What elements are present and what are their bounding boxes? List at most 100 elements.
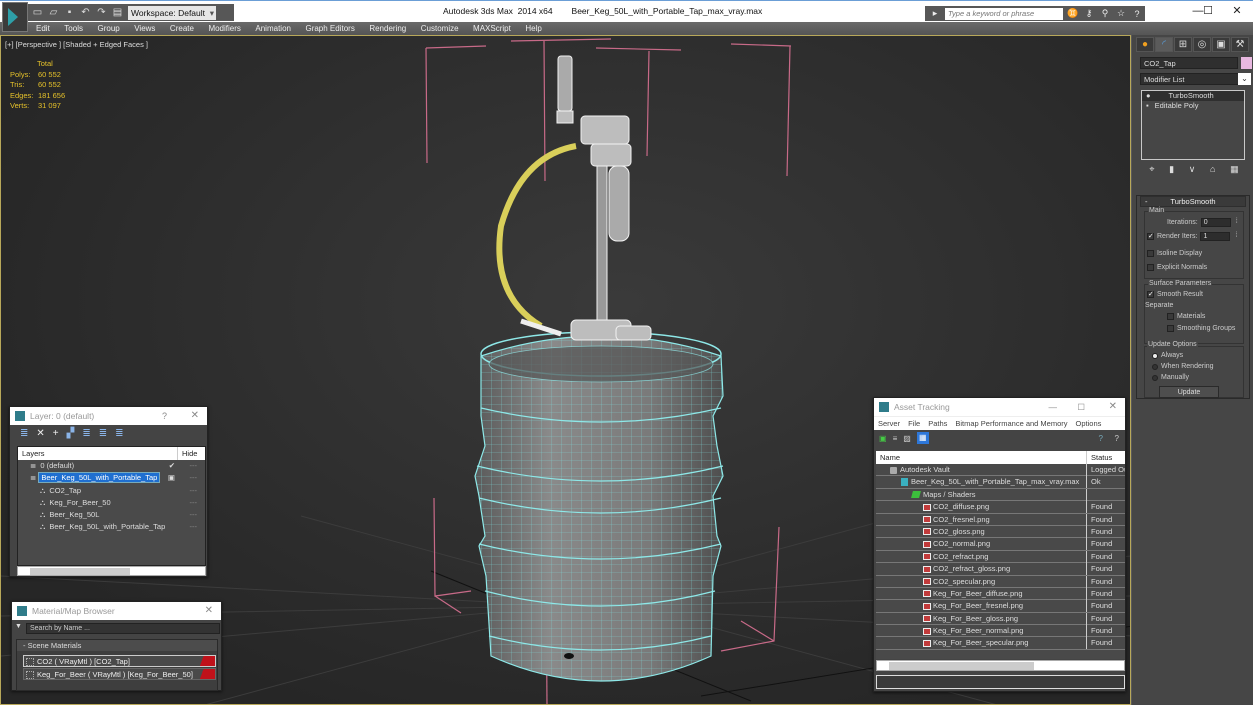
options-dropdown-icon[interactable]: ▼ bbox=[15, 623, 22, 630]
asset-row[interactable]: CO2_refract_gloss.png Found bbox=[876, 563, 1125, 576]
motion-tab[interactable]: ◎ bbox=[1193, 37, 1211, 52]
menu-customize[interactable]: Customize bbox=[421, 24, 459, 33]
highlight-layer-icon[interactable]: ≣ bbox=[82, 428, 90, 439]
render-iters-checkbox[interactable]: ✓ bbox=[1147, 233, 1154, 240]
hide-toggle[interactable]: --- bbox=[190, 497, 198, 509]
stack-item-turbosmooth[interactable]: ● TurboSmooth bbox=[1142, 91, 1244, 101]
layer-row[interactable]: ⛬ Keg_For_Beer_50 --- bbox=[18, 497, 205, 509]
asset-row[interactable]: CO2_fresnel.png Found bbox=[876, 513, 1125, 526]
object-color-swatch[interactable] bbox=[1241, 57, 1252, 69]
menu-animation[interactable]: Animation bbox=[255, 24, 291, 33]
menu-views[interactable]: Views bbox=[134, 24, 155, 33]
table-view-icon[interactable]: ▦ bbox=[916, 432, 929, 444]
project-folder-icon[interactable]: ▤ bbox=[112, 7, 123, 18]
remove-modifier-icon[interactable]: ⌂ bbox=[1210, 164, 1215, 175]
asset-row[interactable]: CO2_specular.png Found bbox=[876, 575, 1125, 588]
close-button[interactable]: ✕ bbox=[1109, 398, 1117, 416]
display-tab[interactable]: ▣ bbox=[1212, 37, 1230, 52]
rollout-header[interactable]: - TurboSmooth bbox=[1140, 196, 1246, 207]
create-tab[interactable]: ● bbox=[1136, 37, 1154, 52]
layer-row[interactable]: ≣ 0 (default) ✔ --- bbox=[18, 460, 205, 472]
render-iters-spinner[interactable]: 1 bbox=[1200, 232, 1237, 241]
always-radio[interactable]: Always bbox=[1152, 352, 1183, 359]
asset-row[interactable]: CO2_normal.png Found bbox=[876, 538, 1125, 551]
expand-icon[interactable]: ▸ bbox=[929, 8, 941, 19]
asset-row[interactable]: Keg_For_Beer_gloss.png Found bbox=[876, 612, 1125, 626]
isoline-display-checkbox[interactable]: Isoline Display bbox=[1147, 250, 1202, 257]
help-search-icon[interactable]: ? bbox=[1115, 434, 1119, 443]
modify-tab[interactable]: ◜ bbox=[1155, 37, 1173, 52]
material-item[interactable]: CO2 ( VRayMtl ) [CO2_Tap] bbox=[23, 655, 216, 667]
menu-graph-editors[interactable]: Graph Editors bbox=[305, 24, 354, 33]
menu-bitmap-performance[interactable]: Bitmap Performance and Memory bbox=[955, 417, 1067, 430]
minimize-button[interactable]: — bbox=[1049, 398, 1058, 416]
delete-icon[interactable]: ✕ bbox=[36, 428, 44, 439]
close-button[interactable]: ✕ bbox=[191, 407, 199, 425]
smoothing-groups-checkbox[interactable]: Smoothing Groups bbox=[1167, 325, 1235, 332]
menu-help[interactable]: Help bbox=[525, 24, 541, 33]
hierarchy-tab[interactable]: ⊞ bbox=[1174, 37, 1192, 52]
app-menu-button[interactable] bbox=[2, 2, 28, 32]
utilities-tab[interactable]: ⚒ bbox=[1231, 37, 1249, 52]
help-icon[interactable]: ? bbox=[1131, 9, 1143, 19]
hide-toggle[interactable]: --- bbox=[190, 521, 198, 533]
horizontal-scrollbar[interactable] bbox=[17, 566, 206, 576]
materials-checkbox[interactable]: Materials bbox=[1167, 313, 1205, 320]
asset-row[interactable]: Beer_Keg_50L_with_Portable_Tap_max_vray.… bbox=[876, 476, 1125, 489]
thumbnail-view-icon[interactable]: ▨ bbox=[903, 434, 911, 443]
asset-row[interactable]: Keg_For_Beer_normal.png Found bbox=[876, 625, 1125, 638]
show-end-result-icon[interactable]: ▮ bbox=[1169, 164, 1174, 175]
menu-edit[interactable]: Edit bbox=[36, 24, 50, 33]
add-icon[interactable]: + bbox=[53, 428, 59, 439]
open-file-icon[interactable]: ▱ bbox=[48, 7, 59, 18]
layer-row[interactable]: ⛬ Beer_Keg_50L --- bbox=[18, 509, 205, 521]
asset-row[interactable]: CO2_refract.png Found bbox=[876, 550, 1125, 564]
stack-item-editable-poly[interactable]: ▪ Editable Poly bbox=[1142, 101, 1244, 111]
close-button[interactable]: ✕ bbox=[205, 602, 213, 620]
new-file-icon[interactable]: ▭ bbox=[32, 7, 43, 18]
menu-group[interactable]: Group bbox=[97, 24, 119, 33]
star-icon[interactable]: ☆ bbox=[1115, 8, 1127, 19]
hide-toggle[interactable]: --- bbox=[190, 509, 198, 521]
manually-radio[interactable]: Manually bbox=[1152, 374, 1189, 381]
redo-icon[interactable]: ↷ bbox=[96, 7, 107, 18]
chevron-down-icon[interactable]: ⌄ bbox=[1238, 73, 1251, 85]
hide-all-icon[interactable]: ≣ bbox=[99, 428, 107, 439]
menu-paths[interactable]: Paths bbox=[928, 417, 947, 430]
menu-rendering[interactable]: Rendering bbox=[369, 24, 406, 33]
refresh-icon[interactable]: ▣ bbox=[879, 434, 887, 443]
layer-row[interactable]: ≣ Beer_Keg_50L_with_Portable_Tap ▣ --- bbox=[18, 472, 205, 484]
smooth-result-checkbox[interactable]: ✓ Smooth Result bbox=[1147, 291, 1203, 298]
iterations-spinner[interactable]: 0 bbox=[1200, 218, 1238, 227]
asset-row[interactable]: Maps / Shaders bbox=[876, 488, 1125, 502]
pin-stack-icon[interactable]: ⌖ bbox=[1149, 164, 1154, 175]
expand-icon[interactable]: ▪ bbox=[1146, 101, 1149, 111]
close-button[interactable]: ✕ bbox=[1222, 3, 1252, 19]
dialog-title-bar[interactable]: Asset Tracking — ☐ ✕ bbox=[874, 398, 1125, 416]
menu-modifiers[interactable]: Modifiers bbox=[208, 24, 240, 33]
horizontal-scrollbar[interactable] bbox=[876, 660, 1125, 671]
hide-toggle[interactable]: --- bbox=[190, 472, 198, 484]
help-button[interactable]: ? bbox=[162, 407, 167, 425]
binoculars-icon[interactable]: ♊ bbox=[1067, 8, 1079, 19]
asset-row[interactable]: Autodesk Vault Logged Out bbox=[876, 464, 1125, 477]
menu-server[interactable]: Server bbox=[878, 417, 900, 430]
new-layer-icon[interactable]: ≣ bbox=[20, 428, 28, 439]
undo-icon[interactable]: ↶ bbox=[80, 7, 91, 18]
menu-file[interactable]: File bbox=[908, 417, 920, 430]
hide-toggle[interactable]: --- bbox=[190, 485, 198, 497]
lightbulb-icon[interactable]: ● bbox=[1146, 91, 1151, 101]
update-button[interactable]: Update bbox=[1159, 386, 1219, 398]
object-name-field[interactable]: CO2_Tap bbox=[1140, 57, 1238, 69]
satellite-icon[interactable]: ⚲ bbox=[1099, 8, 1111, 19]
dialog-title-bar[interactable]: Layer: 0 (default) ? ✕ bbox=[10, 407, 207, 425]
key-icon[interactable]: ⚷ bbox=[1083, 8, 1095, 19]
make-unique-icon[interactable]: ∨ bbox=[1189, 164, 1196, 175]
scene-materials-group[interactable]: - Scene Materials bbox=[17, 640, 217, 651]
when-rendering-radio[interactable]: When Rendering bbox=[1152, 363, 1214, 370]
select-objects-icon[interactable]: ▞ bbox=[67, 428, 75, 439]
freeze-all-icon[interactable]: ≣ bbox=[115, 428, 123, 439]
layer-row[interactable]: ⛬ CO2_Tap --- bbox=[18, 485, 205, 497]
asset-row[interactable]: CO2_gloss.png Found bbox=[876, 525, 1125, 539]
path-field[interactable] bbox=[876, 675, 1125, 689]
